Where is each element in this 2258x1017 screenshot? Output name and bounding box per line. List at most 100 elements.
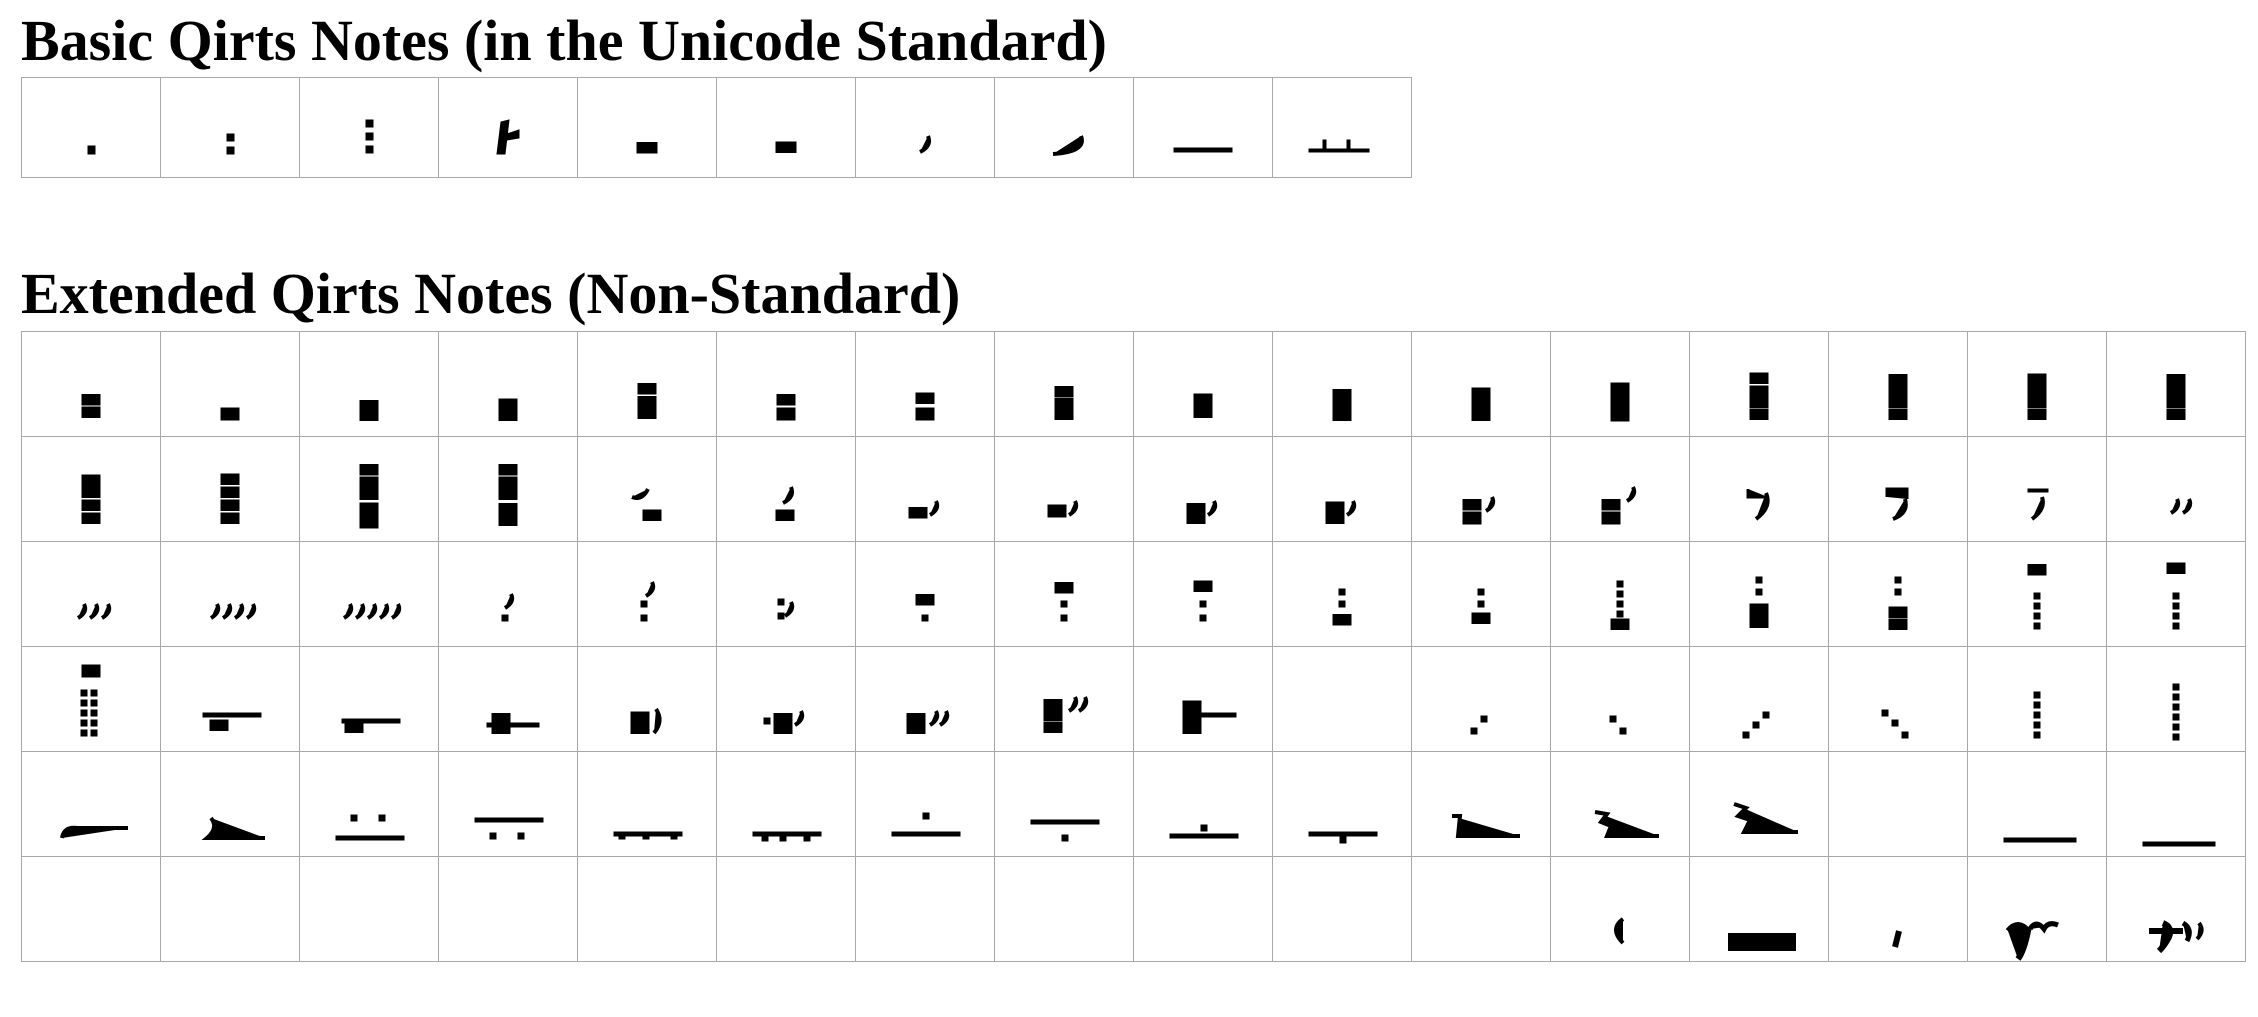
note-cell: [1828, 331, 1968, 437]
extended-notes-row: [21, 436, 2246, 542]
note-cell: [1967, 541, 2107, 647]
empty-note-cell: [1828, 751, 1968, 857]
note-cell: [1689, 856, 1829, 962]
note-arch-arch-arch-glyph: [1471, 387, 1491, 421]
note-dots-arch-arch-glyph: [1888, 576, 1908, 630]
note-dots-box-glyph: [1749, 576, 1769, 628]
note-cell: [299, 331, 439, 437]
note-cell: [1411, 646, 1551, 752]
note-arch-stack-4-glyph: [220, 473, 240, 524]
note-three-dots-glyph: [365, 119, 374, 154]
note-triple-comma-glyph: [76, 603, 112, 620]
note-cell: [716, 436, 856, 542]
note-cell: [160, 751, 300, 857]
empty-note-cell: [21, 856, 161, 962]
note-cell: [1411, 541, 1551, 647]
note-dash-glyph: [1173, 147, 1233, 153]
note-cup-stack-5-glyph: [498, 464, 518, 526]
note-comma-dot-glyph: [501, 593, 515, 622]
note-dash-two-dots-glyph: [335, 814, 405, 841]
empty-note-cell: [994, 856, 1134, 962]
note-quint-comma-glyph: [342, 603, 402, 620]
note-cell: [1828, 541, 1968, 647]
note-cell: [1967, 436, 2107, 542]
note-cup-box-arch-2-glyph: [2166, 374, 2186, 420]
note-cell: [1828, 436, 1968, 542]
note-cell: [1689, 646, 1829, 752]
note-cell: [855, 646, 995, 752]
note-hook-arch-glyph: [631, 488, 662, 521]
empty-note-cell: [855, 856, 995, 962]
note-cell: [1550, 751, 1690, 857]
note-cell: [716, 331, 856, 437]
note-comma-dash-glyph: [201, 816, 265, 840]
note-cell: [1411, 751, 1551, 857]
note-dots-diag-2b-glyph: [1609, 715, 1627, 735]
note-cell: [438, 436, 578, 542]
note-cell: [1272, 77, 1412, 178]
note-cell: [855, 331, 995, 437]
note-cell: [577, 331, 717, 437]
note-box-box-glyph: [1610, 382, 1630, 422]
note-box-comma-glyph: [1047, 500, 1079, 518]
note-arch-arch-glyph: [498, 398, 518, 421]
note-cell: [577, 646, 717, 752]
note-box-stack-5-glyph: [359, 464, 379, 529]
note-cell: [299, 751, 439, 857]
note-dots-arch-2-glyph: [1610, 580, 1630, 630]
note-two-dots-glyph: [226, 133, 235, 155]
note-bar-comma-glyph: [2027, 488, 2049, 521]
note-cell: [716, 541, 856, 647]
note-cell: [716, 751, 856, 857]
note-dash-drops-glyph: [474, 817, 544, 840]
note-cup-arch-comma-glyph: [1186, 500, 1218, 524]
extended-section-title: Extended Qirts Notes (Non-Standard): [21, 261, 961, 326]
note-cell: [577, 751, 717, 857]
empty-note-cell: [438, 856, 578, 962]
note-cell: [1689, 541, 1829, 647]
note-cell: [1133, 436, 1273, 542]
note-arch-bar-right-glyph: [1182, 700, 1237, 734]
note-dot-glyph: [87, 145, 96, 155]
note-dots-col-4-glyph: [2033, 691, 2041, 739]
empty-note-cell: [299, 856, 439, 962]
note-cell: [994, 436, 1134, 542]
empty-note-cell: [1272, 856, 1412, 962]
note-cell: [994, 77, 1134, 178]
extended-notes-row: [21, 751, 2246, 857]
note-cell: [1828, 646, 1968, 752]
extended-notes-row: [21, 856, 2246, 962]
empty-note-cell: [160, 856, 300, 962]
note-dots-diag-3-glyph: [1742, 711, 1770, 739]
note-cup-arch-glyph: [81, 394, 101, 418]
note-cell: [2106, 751, 2246, 857]
basic-notes-row: [21, 77, 1412, 178]
note-cell: [21, 331, 161, 437]
note-arch-glyph: [775, 141, 797, 153]
note-cup-comma-glyph: [908, 500, 940, 519]
extended-notes-table: [21, 331, 2246, 962]
note-cell: [1967, 751, 2107, 857]
note-cell: [855, 77, 995, 178]
note-arch-arch-comma-glyph: [1325, 500, 1357, 524]
note-cell: [1411, 436, 1551, 542]
note-stem-hook-glyph: [496, 119, 520, 155]
note-cell: [160, 77, 300, 178]
note-cup-box-arch-glyph: [1888, 374, 1908, 420]
note-arch-paren-glyph: [630, 707, 662, 735]
note-cell: [994, 541, 1134, 647]
note-cell: [1133, 77, 1273, 178]
note-cell: [1133, 331, 1273, 437]
note-box-cup-arch-glyph: [2027, 373, 2047, 420]
note-cell: [577, 77, 717, 178]
empty-note-cell: [716, 856, 856, 962]
note-hook-arch-2-glyph: [775, 486, 795, 521]
note-cell: [1967, 856, 2107, 962]
note-cell: [21, 77, 161, 178]
note-cell: [1550, 856, 1690, 962]
note-dash-drop-2-glyph: [1308, 831, 1378, 844]
note-cell: [577, 436, 717, 542]
note-cell: [855, 436, 995, 542]
note-cup-box-glyph: [776, 394, 796, 421]
note-cell: [438, 751, 578, 857]
